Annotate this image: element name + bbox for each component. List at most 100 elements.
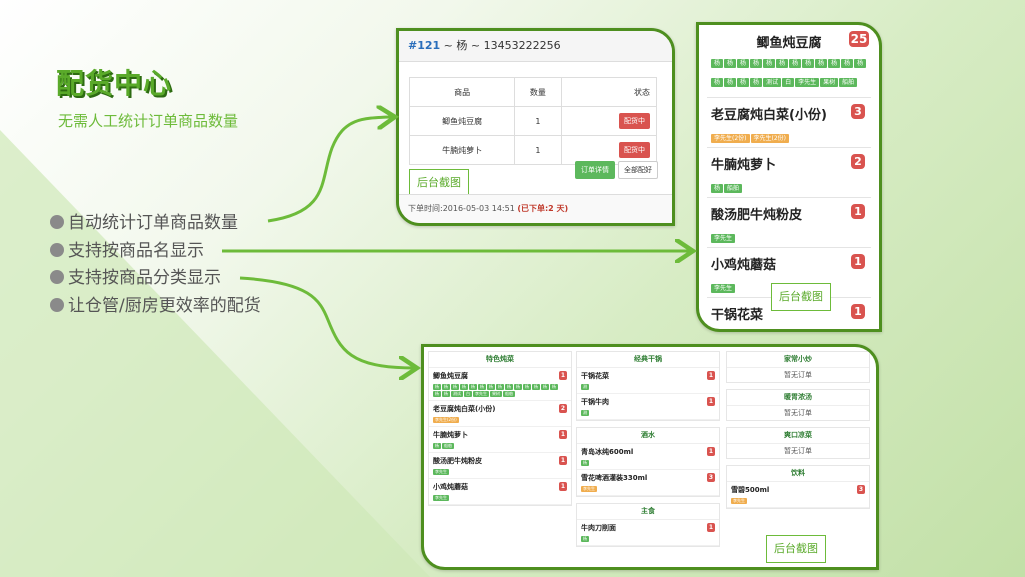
category-item[interactable]: 干锅牛肉 1 测 [577, 394, 719, 420]
order-id[interactable]: #121 [408, 39, 440, 52]
customer-tag: 杨 [532, 384, 540, 390]
customer-tag: 杨 [763, 59, 776, 68]
bullet-icon [50, 270, 64, 284]
feature-item: 让仓管/厨房更效率的配货 [50, 293, 261, 321]
category-item[interactable]: 酸汤肥牛炖粉皮 1 李先生 [429, 453, 571, 479]
tag-list: 杨杨杨杨杨杨杨杨杨杨杨杨杨杨杨杨测试白李先生 果树 船舶 [711, 59, 871, 97]
tag-list: 杨船舶 [433, 443, 567, 450]
product-row[interactable]: 老豆腐炖白菜(小份) 3 李先生(2份) 李先生(2份) [707, 97, 871, 148]
category-panel: 特色炖菜 鲫鱼炖豆腐 1 杨杨杨杨杨杨杨杨杨杨杨杨杨杨杨杨测试白李先生 果树 船舶 老豆腐炖… [421, 344, 879, 570]
tag-list: 李先生 [433, 495, 567, 502]
category-title: 饮料 [727, 466, 869, 482]
customer-tag: 杨 [550, 384, 558, 390]
status-button[interactable]: 配货中 [619, 113, 650, 129]
customer-tag: 杨 [750, 78, 763, 87]
product-name: 酸汤肥牛炖粉皮 [711, 208, 803, 223]
order-footer: 下单时间:2016-05-03 14:51 (已下单:2 天) [399, 194, 672, 223]
customer-tag: 测试 [763, 78, 782, 87]
customer-tag: 杨 [750, 59, 763, 68]
count-badge: 1 [707, 447, 715, 456]
product-name: 老豆腐炖白菜(小份) [711, 108, 827, 123]
count-badge: 2 [559, 404, 567, 413]
tag-list: 李先生 [581, 486, 715, 493]
category-item[interactable]: 雪碧500ml 3 李先生 [727, 482, 869, 508]
category-section: 主食 牛肉刀削面 1 杨 [576, 503, 720, 547]
count-badge: 1 [707, 523, 715, 532]
all-done-button[interactable]: 全部配好 [618, 161, 658, 179]
category-item[interactable]: 牛腩炖萝卜 1 杨船舶 [429, 427, 571, 453]
count-badge: 1 [559, 482, 567, 491]
tag-list: 测 [581, 384, 715, 391]
bullet-icon [50, 242, 64, 257]
tag-list: 杨 [581, 460, 715, 467]
customer-tag: 杨 [711, 184, 724, 193]
tag-list: 测 [581, 410, 715, 417]
customer-tag: 杨 [442, 391, 450, 397]
count-badge: 1 [559, 371, 567, 380]
product-qty: 1 [514, 135, 562, 165]
customer-tag: 杨 [828, 59, 841, 68]
order-elapsed: (已下单:2 天) [517, 204, 569, 213]
tag-list: 李先生(2份) [433, 417, 567, 424]
tag-list: 李先生 [433, 469, 567, 476]
count-badge: 1 [559, 430, 567, 439]
customer-tag: 杨 [442, 384, 450, 390]
customer-tag: 李先生 [473, 391, 489, 397]
product-qty: 1 [514, 106, 562, 136]
customer-tag: 船舶 [839, 78, 858, 87]
product-name: 小鸡炖蘑菇 [711, 258, 777, 273]
customer-tag: 杨 [469, 384, 477, 390]
category-column: 经典干锅 干锅花菜 1 测干锅牛肉 1 测酒水 青岛冰纯600ml 1 杨雪花啤酒灌装330ml… [576, 351, 720, 553]
customer-tag: 杨 [841, 59, 854, 68]
category-item[interactable]: 小鸡炖蘑菇 1 李先生 [429, 479, 571, 505]
customer-tag: 李先生 [711, 234, 736, 243]
count-badge: 25 [849, 31, 869, 47]
product-name: 牛腩炖萝卜 [433, 431, 468, 439]
order-panel: #121 ~ 杨 ~ 13453222256 商品 数量 状态 鲫鱼炖豆腐 1 … [396, 28, 675, 226]
customer-tag: 杨 [789, 59, 802, 68]
product-name: 青岛冰纯600ml [581, 448, 634, 456]
customer-tag: 测 [581, 410, 589, 416]
customer-tag: 李先生(2份) [711, 134, 750, 143]
category-section: 家常小炒 暂无订单 [726, 351, 870, 383]
category-section: 暖胃浓汤 暂无订单 [726, 389, 870, 421]
product-name: 雪花啤酒灌装330ml [581, 474, 648, 482]
category-item[interactable]: 牛肉刀削面 1 杨 [577, 520, 719, 546]
product-name: 干锅花菜 [711, 308, 764, 323]
customer-tag: 杨 [802, 59, 815, 68]
count-badge: 1 [851, 204, 865, 219]
empty-text: 暂无订单 [784, 371, 812, 379]
customer-tag: 船舶 [503, 391, 515, 397]
category-title: 爽口凉菜 [727, 428, 869, 444]
empty-text: 暂无订单 [784, 409, 812, 417]
category-item[interactable]: 鲫鱼炖豆腐 1 杨杨杨杨杨杨杨杨杨杨杨杨杨杨杨杨测试白李先生 果树 船舶 [429, 368, 571, 401]
order-header: #121 ~ 杨 ~ 13453222256 [399, 31, 672, 62]
category-item[interactable]: 青岛冰纯600ml 1 杨 [577, 444, 719, 470]
customer-tag: 白 [464, 391, 472, 397]
customer-tag: 杨 [478, 384, 486, 390]
arrow-to-order-panel [267, 117, 392, 223]
order-customer: ~ 杨 ~ 13453222256 [440, 39, 561, 52]
category-title: 主食 [577, 504, 719, 520]
customer-tag: 测 [581, 384, 589, 390]
product-row[interactable]: 酸汤肥牛炖粉皮 1 李先生 [707, 197, 871, 248]
category-item[interactable]: 干锅花菜 1 测 [577, 368, 719, 394]
order-detail-button[interactable]: 订单详情 [575, 161, 615, 179]
customer-tag: 杨 [487, 384, 495, 390]
product-panel: 鲫鱼炖豆腐 25 杨杨杨杨杨杨杨杨杨杨杨杨杨杨杨杨测试白李先生 果树 船舶 老豆腐炖白菜(… [696, 22, 882, 332]
product-row[interactable]: 牛腩炖萝卜 2 杨船舶 [707, 147, 871, 198]
count-badge: 2 [851, 154, 865, 169]
category-column: 特色炖菜 鲫鱼炖豆腐 1 杨杨杨杨杨杨杨杨杨杨杨杨杨杨杨杨测试白李先生 果树 船舶 老豆腐炖… [428, 351, 572, 512]
category-item[interactable]: 老豆腐炖白菜(小份) 2 李先生(2份) [429, 401, 571, 427]
category-item[interactable]: 雪花啤酒灌装330ml 3 李先生 [577, 470, 719, 496]
customer-tag: 杨 [433, 384, 441, 390]
product-name: 雪碧500ml [731, 486, 770, 494]
status-button[interactable]: 配货中 [619, 142, 650, 158]
customer-tag: 船舶 [724, 184, 743, 193]
screenshot-label: 后台截图 [771, 283, 831, 311]
customer-tag: 杨 [505, 384, 513, 390]
category-section: 爽口凉菜 暂无订单 [726, 427, 870, 459]
customer-tag: 杨 [523, 384, 531, 390]
product-name: 酸汤肥牛炖粉皮 [433, 457, 482, 465]
customer-tag: 杨 [776, 59, 789, 68]
